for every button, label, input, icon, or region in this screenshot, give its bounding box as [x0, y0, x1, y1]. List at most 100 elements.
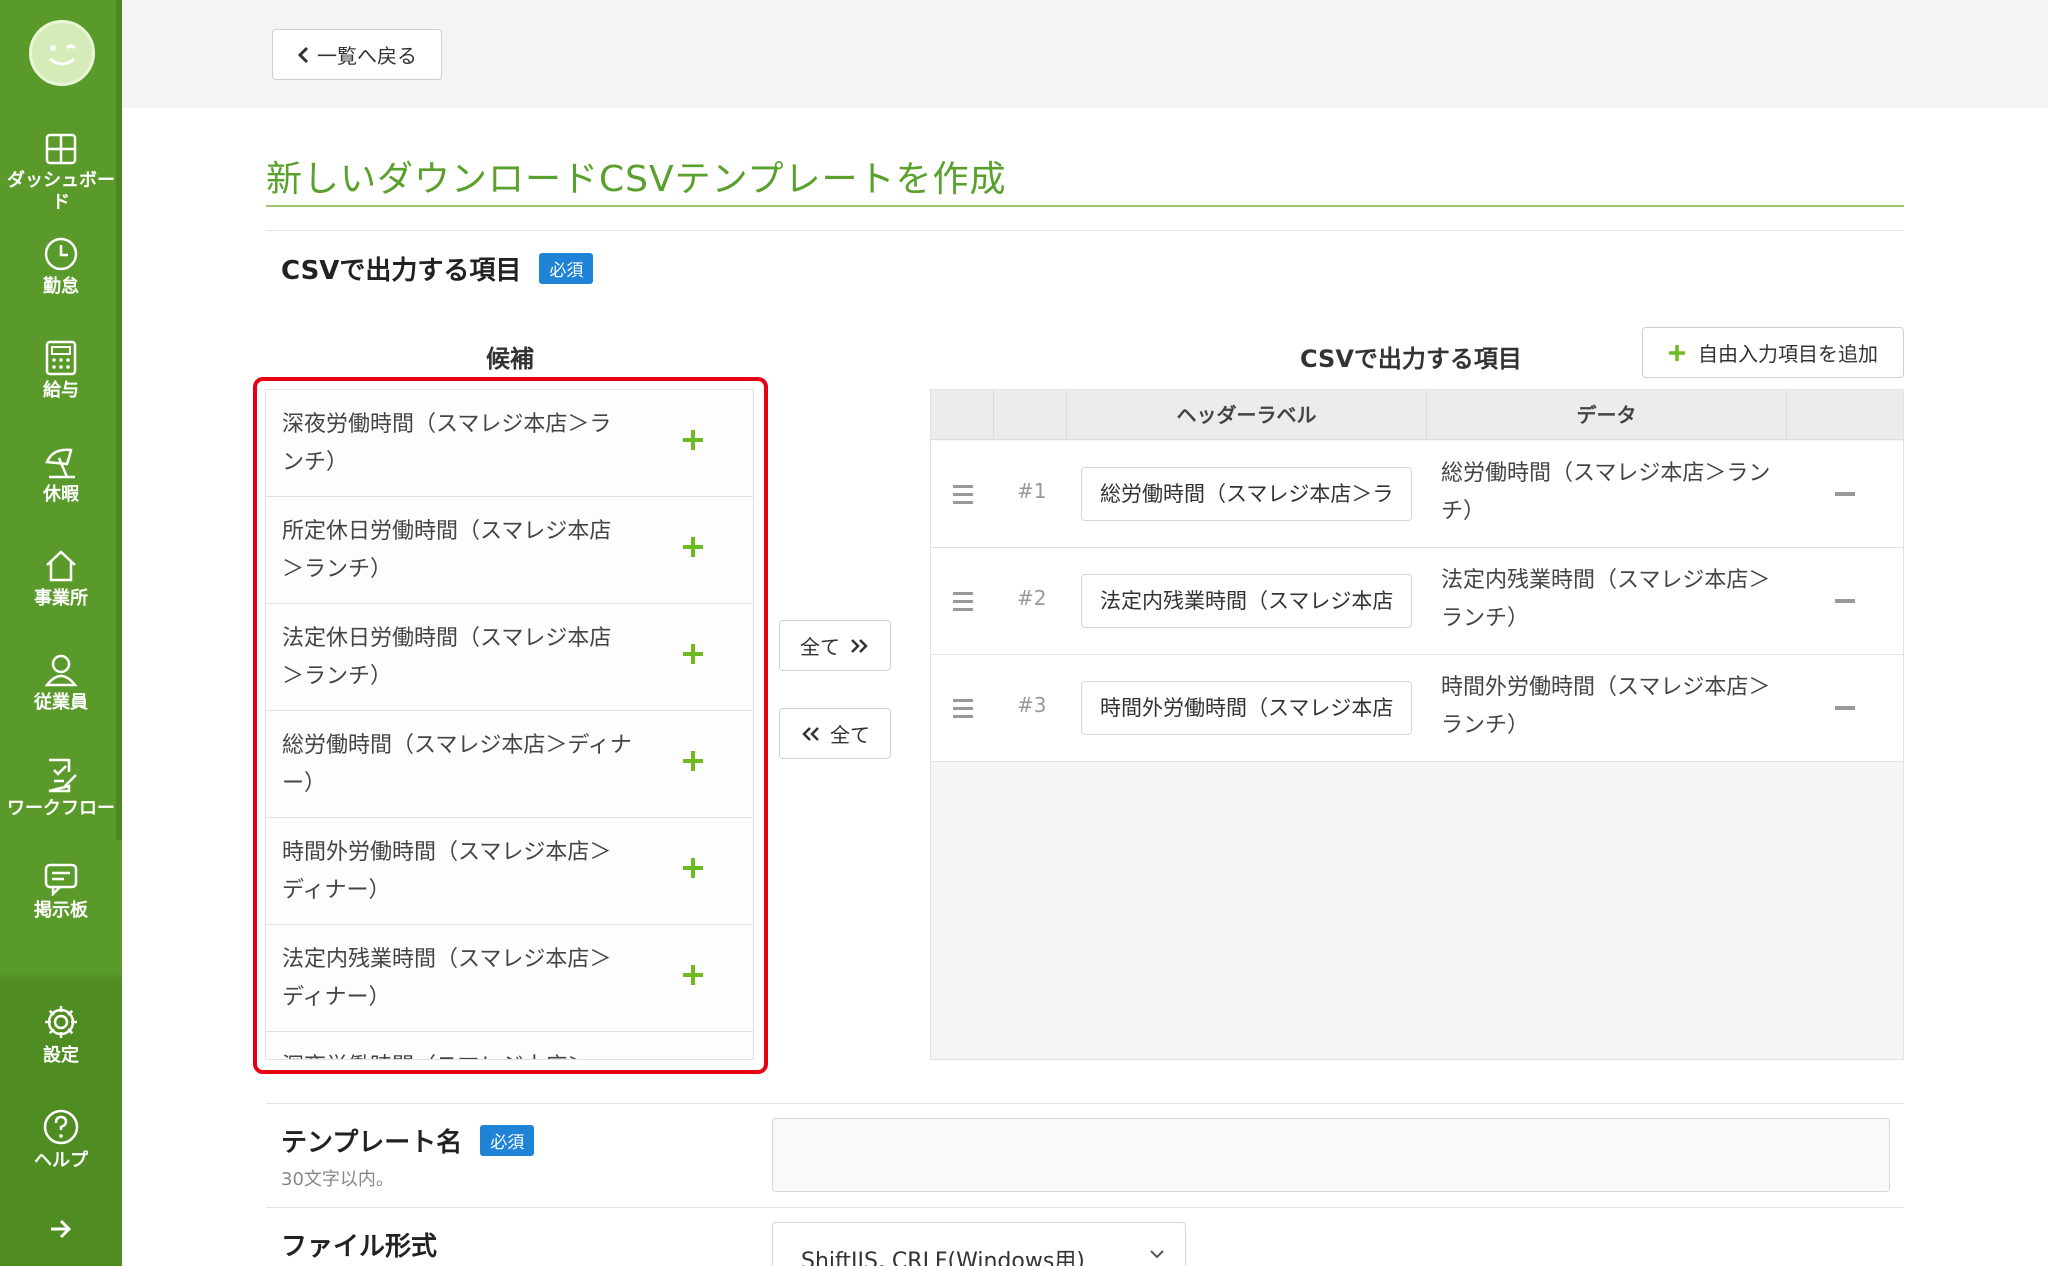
- candidate-label: 総労働時間（スマレジ本店＞ディナー）: [282, 733, 632, 796]
- sidebar-item-employees[interactable]: 従業員: [0, 652, 122, 714]
- template-name-input[interactable]: [772, 1118, 1890, 1192]
- row-number: #1: [1017, 479, 1047, 503]
- divider: [266, 1103, 1904, 1104]
- move-all-left-button[interactable]: 全て: [779, 708, 891, 759]
- list-item[interactable]: 法定内残業時間（スマレジ本店＞ディナー）: [266, 925, 753, 1032]
- help-icon: [43, 1109, 79, 1145]
- candidate-label: 時間外労働時間（スマレジ本店＞ディナー）: [282, 840, 612, 903]
- sidebar-item-settings[interactable]: 設定: [0, 1003, 122, 1067]
- person-icon: [44, 654, 78, 687]
- list-item[interactable]: 時間外労働時間（スマレジ本店＞ディナー）: [266, 818, 753, 925]
- sidebar-item-payroll[interactable]: 給与: [0, 340, 122, 402]
- plus-icon: [1669, 344, 1685, 361]
- sidebar-item-attendance[interactable]: 勤怠: [0, 236, 122, 298]
- sidebar-item-label: 休暇: [43, 484, 79, 505]
- table-row: #3 時間外労働時間（スマレジ本店 時間外労働時間（スマレジ本店＞ランチ）: [931, 655, 1903, 762]
- sidebar-item-label: ヘルプ: [34, 1150, 88, 1171]
- drag-handle-icon[interactable]: [953, 485, 973, 509]
- divider: [266, 1207, 1904, 1208]
- file-format-select[interactable]: ShiftJIS, CRLF(Windows用): [772, 1222, 1186, 1266]
- output-items-table: ヘッダーラベル データ #1 総労働時間（スマレジ本店＞ラ 総労働時間（スマレジ…: [930, 389, 1904, 1060]
- table-row: #1 総労働時間（スマレジ本店＞ラ 総労働時間（スマレジ本店＞ランチ）: [931, 441, 1903, 548]
- sidebar-item-leave[interactable]: 休暇: [0, 444, 122, 506]
- candidate-label: 法定内残業時間（スマレジ本店＞ディナー）: [282, 947, 612, 1010]
- table-row: #2 法定内残業時間（スマレジ本店 法定内残業時間（スマレジ本店＞ランチ）: [931, 548, 1903, 655]
- plus-icon[interactable]: [681, 535, 705, 559]
- sidebar-item-workflow[interactable]: ワークフロー: [0, 756, 122, 820]
- page-title: 新しいダウンロードCSVテンプレートを作成: [266, 159, 1007, 200]
- row-data: 総労働時間（スマレジ本店＞ランチ）: [1441, 461, 1771, 524]
- add-free-item-button[interactable]: 自由入力項目を追加: [1642, 327, 1904, 378]
- beach-umbrella-icon: [45, 448, 75, 479]
- required-badge: 必須: [480, 1125, 535, 1156]
- list-item[interactable]: 深夜労働時間（スマレジ本店＞: [266, 1032, 753, 1059]
- dashboard-icon: [45, 133, 77, 165]
- column-header-label: ヘッダーラベル: [1066, 390, 1426, 440]
- sidebar: ダッシュボード 勤怠 給与 休暇 事業所 従業員 ワークフロー 掲示板 設定 ヘ…: [0, 0, 122, 1266]
- sidebar-item-bulletin[interactable]: 掲示板: [0, 862, 122, 922]
- list-item[interactable]: 法定休日労働時間（スマレジ本店＞ランチ）: [266, 604, 753, 711]
- template-name-hint: 30文字以内。: [281, 1169, 394, 1190]
- sidebar-item-label: 設定: [43, 1045, 79, 1066]
- remove-icon[interactable]: [1835, 706, 1855, 710]
- move-all-right-button[interactable]: 全て: [779, 620, 891, 671]
- checklist-icon: [48, 758, 77, 793]
- sidebar-item-help[interactable]: ヘルプ: [0, 1108, 122, 1172]
- arrow-right-icon: [51, 1219, 72, 1239]
- remove-icon[interactable]: [1835, 599, 1855, 603]
- top-bar: 一覧へ戻る: [122, 0, 2048, 108]
- chevron-down-icon: [1150, 1250, 1164, 1259]
- sidebar-item-dashboard[interactable]: ダッシュボード: [0, 132, 122, 214]
- logo[interactable]: [29, 20, 95, 86]
- candidate-label: 深夜労働時間（スマレジ本店＞ランチ）: [282, 412, 612, 475]
- header-label-input[interactable]: 時間外労働時間（スマレジ本店: [1081, 681, 1412, 735]
- home-icon: [46, 550, 76, 582]
- sidebar-item-label: 給与: [43, 380, 79, 401]
- plus-icon[interactable]: [681, 963, 705, 987]
- csv-items-section-label: CSVで出力する項目 必須: [281, 250, 594, 287]
- drag-handle-icon[interactable]: [953, 592, 973, 616]
- remove-icon[interactable]: [1835, 492, 1855, 496]
- chat-icon: [44, 863, 78, 896]
- row-data: 時間外労働時間（スマレジ本店＞ランチ）: [1441, 675, 1771, 738]
- drag-handle-icon[interactable]: [953, 699, 973, 723]
- plus-icon[interactable]: [681, 428, 705, 452]
- add-free-item-label: 自由入力項目を追加: [1698, 342, 1878, 366]
- sidebar-item-office[interactable]: 事業所: [0, 548, 122, 610]
- candidate-label: 所定休日労働時間（スマレジ本店＞ランチ）: [282, 519, 612, 582]
- back-button-label: 一覧へ戻る: [317, 44, 417, 68]
- header-label-input[interactable]: 総労働時間（スマレジ本店＞ラ: [1081, 467, 1412, 521]
- file-format-label: ファイル形式: [281, 1226, 437, 1263]
- candidate-label: 深夜労働時間（スマレジ本店＞: [282, 1048, 633, 1059]
- gear-icon: [45, 1006, 77, 1038]
- file-format-value: ShiftJIS, CRLF(Windows用): [801, 1249, 1085, 1266]
- double-chevron-left-icon: [802, 726, 819, 741]
- list-item[interactable]: 深夜労働時間（スマレジ本店＞ランチ）: [266, 390, 753, 497]
- candidates-list[interactable]: 深夜労働時間（スマレジ本店＞ランチ） 所定休日労働時間（スマレジ本店＞ランチ） …: [265, 389, 754, 1060]
- title-divider: [266, 205, 1904, 207]
- move-all-right-label: 全て: [800, 635, 840, 659]
- double-chevron-right-icon: [851, 638, 868, 653]
- field-label-text: ファイル形式: [281, 1232, 438, 1262]
- clock-icon: [44, 237, 78, 271]
- calculator-icon: [45, 340, 77, 376]
- section-label-text: CSVで出力する項目: [281, 256, 522, 286]
- chevron-left-icon: [297, 46, 309, 63]
- divider: [266, 230, 1904, 231]
- field-label-text: テンプレート名: [281, 1128, 463, 1158]
- candidate-label: 法定休日労働時間（スマレジ本店＞ランチ）: [282, 626, 612, 689]
- plus-icon[interactable]: [681, 856, 705, 880]
- plus-icon[interactable]: [681, 749, 705, 773]
- back-to-list-button[interactable]: 一覧へ戻る: [272, 29, 442, 80]
- sidebar-expand-button[interactable]: [0, 1218, 122, 1244]
- sidebar-item-label: 事業所: [34, 588, 88, 609]
- sidebar-item-label: 従業員: [34, 692, 88, 713]
- sidebar-item-label: ワークフロー: [7, 798, 115, 819]
- list-item[interactable]: 総労働時間（スマレジ本店＞ディナー）: [266, 711, 753, 818]
- plus-icon[interactable]: [681, 642, 705, 666]
- header-label-input[interactable]: 法定内残業時間（スマレジ本店: [1081, 574, 1412, 628]
- sidebar-scrollbar[interactable]: [116, 0, 122, 840]
- candidates-header: 候補: [486, 345, 534, 373]
- list-item[interactable]: 所定休日労働時間（スマレジ本店＞ランチ）: [266, 497, 753, 604]
- table-header: ヘッダーラベル データ: [931, 390, 1903, 440]
